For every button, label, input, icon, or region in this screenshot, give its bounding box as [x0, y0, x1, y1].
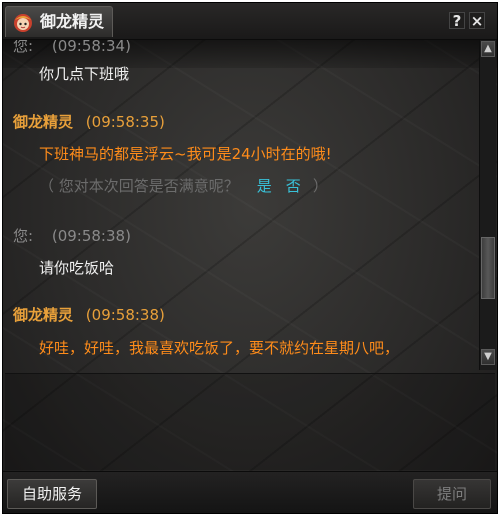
close-button[interactable]: ×	[469, 12, 485, 30]
feedback-prompt: （ 您对本次回答是否满意呢？ 是否 ）	[39, 176, 328, 196]
message-header: 御龙精灵 (09:58:38)	[13, 305, 165, 325]
message-time: (09:58:38)	[85, 306, 165, 324]
speaker-name: 御龙精灵	[13, 113, 74, 131]
feedback-yes-link[interactable]: 是	[257, 177, 272, 195]
message-input[interactable]	[5, 373, 495, 470]
speaker-name: 御龙精灵	[13, 306, 74, 324]
bottom-toolbar: 自助服务 提问	[3, 471, 497, 513]
feedback-question: （ 您对本次回答是否满意呢？	[39, 177, 239, 195]
message-header: 您: (09:58:38)	[13, 226, 131, 246]
submit-question-button[interactable]: 提问	[413, 479, 491, 509]
chat-history[interactable]: 您: (09:58:34) 你几点下班哦 御龙精灵 (09:58:35) 下班神…	[3, 40, 477, 370]
chat-window: 御龙精灵 ? × 您: (09:58:34) 你几点下班哦 御龙精灵 (09:5…	[2, 2, 498, 514]
feedback-close-paren: ）	[312, 177, 328, 195]
message-header: 您: (09:58:34)	[13, 40, 131, 56]
message-text: 请你吃饭哈	[39, 259, 115, 277]
title-bar[interactable]: 御龙精灵 ? ×	[3, 3, 497, 40]
message-header: 御龙精灵 (09:58:35)	[13, 112, 165, 132]
title-tab: 御龙精灵	[5, 6, 113, 37]
help-button[interactable]: ?	[449, 12, 465, 30]
window-title: 御龙精灵	[40, 12, 105, 31]
message-time: (09:58:38)	[51, 227, 131, 245]
dragon-sprite-icon	[14, 14, 32, 32]
scroll-up-arrow-icon[interactable]: ▲	[481, 41, 495, 57]
scroll-down-arrow-icon[interactable]: ▼	[481, 349, 495, 365]
speaker-name: 您:	[13, 227, 34, 245]
message-time: (09:58:34)	[51, 40, 131, 55]
message-text: 下班神马的都是浮云~我可是24小时在的哦!	[39, 145, 332, 163]
feedback-no-link[interactable]: 否	[286, 177, 301, 195]
scroll-thumb[interactable]	[481, 237, 495, 299]
message-text: 好哇，好哇，我最喜欢吃饭了，要不就约在星期八吧，	[39, 339, 400, 357]
speaker-name: 您:	[13, 40, 34, 55]
self-service-button[interactable]: 自助服务	[7, 479, 97, 509]
message-time: (09:58:35)	[85, 113, 165, 131]
chat-scrollbar[interactable]: ▲ ▼	[479, 40, 496, 370]
message-text: 你几点下班哦	[39, 65, 130, 83]
